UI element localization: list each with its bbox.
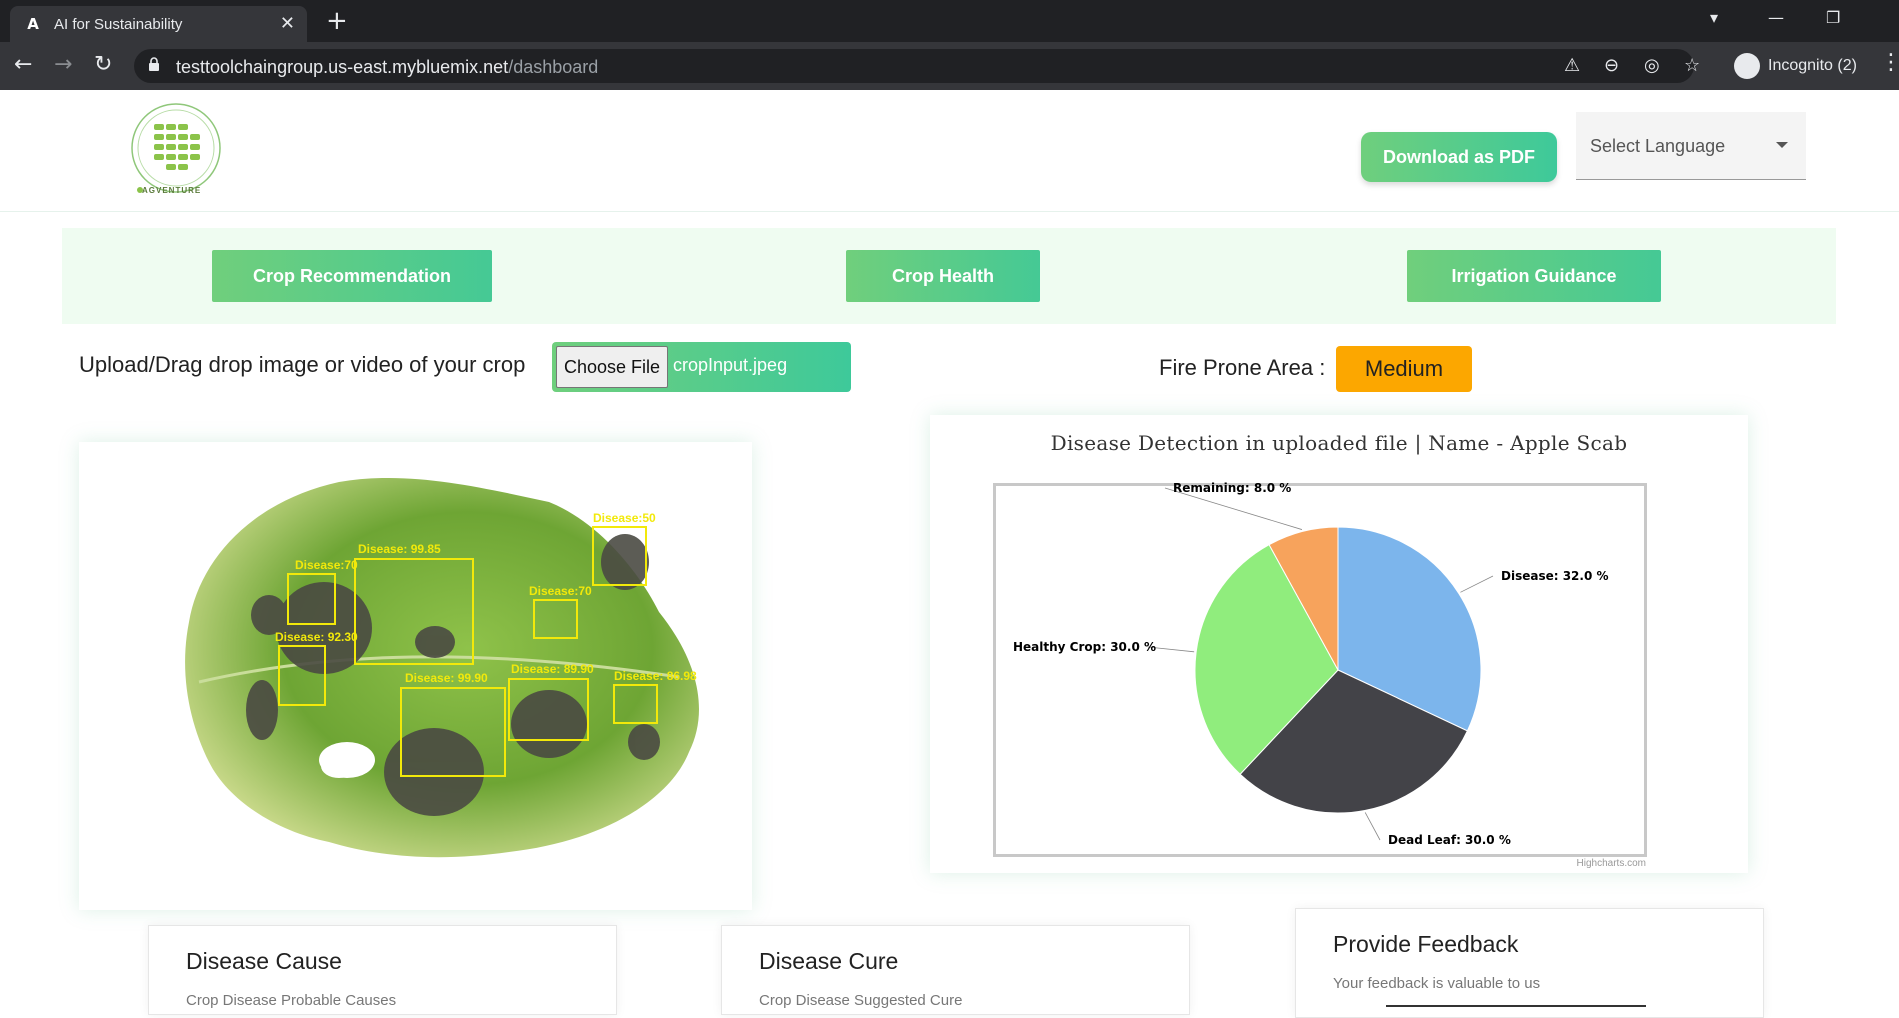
lock-icon (149, 57, 159, 71)
back-icon[interactable]: ← (14, 52, 32, 77)
tracking-eye-icon[interactable]: ◎ (1644, 55, 1660, 76)
minimize-icon[interactable]: — (1768, 8, 1784, 27)
chevron-down-icon (1776, 142, 1788, 148)
feedback-title: Provide Feedback (1333, 931, 1519, 957)
crop-recommendation-button[interactable]: Crop Recommendation (212, 250, 492, 302)
pie-slice-label: Healthy Crop: 30.0 % (1013, 640, 1156, 654)
pie-slice-label: Remaining: 8.0 % (1173, 481, 1291, 495)
chart-credit[interactable]: Highcharts.com (1577, 858, 1646, 869)
close-tab-icon[interactable]: ✕ (280, 13, 295, 34)
address-bar[interactable]: testtoolchaingroup.us-east.mybluemix.net… (134, 49, 1700, 83)
detection-label: Disease:50 (593, 511, 656, 525)
file-name: cropInput.jpeg (673, 355, 788, 375)
disease-cause-card: Disease Cause Crop Disease Probable Caus… (148, 925, 617, 1015)
detection-label: Disease: 89.90 (511, 662, 594, 676)
browser-tab-bar: A AI for Sustainability ✕ + ▾ — ❐ (0, 0, 1899, 42)
detection-label: Disease: 86.98 (614, 669, 697, 683)
disease-pie-chart: Disease: 32.0 % Dead Leaf: 30.0 % Healthy … (1013, 481, 1609, 847)
incognito-icon (1734, 53, 1760, 79)
crop-health-button[interactable]: Crop Health (846, 250, 1040, 302)
url-text: testtoolchaingroup.us-east.mybluemix.net… (176, 57, 598, 78)
detection-label: Disease: 92.30 (275, 630, 358, 644)
disease-cure-title: Disease Cure (759, 948, 899, 974)
new-tab-icon[interactable]: + (326, 6, 348, 36)
blocked-popup-icon[interactable]: ⚠ (1564, 55, 1580, 76)
zoom-icon[interactable]: ⊖ (1604, 55, 1619, 76)
file-input[interactable]: Choose File cropInput.jpeg (552, 342, 851, 392)
page: AGVENTURE Download as PDF Select Languag… (0, 90, 1899, 1018)
pie-connector (1460, 575, 1494, 593)
more-menu-icon[interactable]: ⋮ (1880, 50, 1899, 75)
disease-chart-card: Disease Detection in uploaded file | Nam… (930, 415, 1748, 873)
restore-icon[interactable]: ❐ (1826, 8, 1840, 27)
browser-toolbar: ← → ↻ testtoolchaingroup.us-east.mybluem… (0, 42, 1899, 90)
reload-icon[interactable]: ↻ (94, 52, 112, 77)
incognito-indicator[interactable]: Incognito (2) (1734, 51, 1857, 81)
url-host: testtoolchaingroup.us-east.mybluemix.net (176, 57, 509, 77)
fire-prone-label: Fire Prone Area : (1159, 355, 1326, 380)
logo-text: AGVENTURE (142, 186, 202, 195)
disease-cure-subtitle: Crop Disease Suggested Cure (759, 992, 963, 1009)
disease-cure-card: Disease Cure Crop Disease Suggested Cure (721, 925, 1190, 1015)
irrigation-guidance-button[interactable]: Irrigation Guidance (1407, 250, 1661, 302)
disease-cause-title: Disease Cause (186, 948, 342, 974)
uploaded-image-card: Disease:50 Disease: 99.85 Disease:70 Diseas… (79, 442, 752, 910)
download-pdf-button[interactable]: Download as PDF (1361, 132, 1557, 182)
pie-slice-label: Dead Leaf: 30.0 % (1388, 833, 1511, 847)
pie-connector (1364, 812, 1381, 841)
app-header: AGVENTURE Download as PDF Select Languag… (0, 90, 1899, 212)
detection-label: Disease: 99.90 (405, 671, 488, 685)
detection-label: Disease: 99.85 (358, 542, 441, 556)
upload-label: Upload/Drag drop image or video of your … (79, 352, 526, 377)
feedback-input[interactable] (1386, 1005, 1646, 1007)
detection-label: Disease:70 (295, 558, 358, 572)
feature-nav: Crop Recommendation Crop Health Irrigati… (62, 228, 1836, 324)
tab-search-icon[interactable]: ▾ (1710, 8, 1718, 27)
tab-title: AI for Sustainability (54, 16, 183, 33)
language-select-label: Select Language (1590, 136, 1726, 156)
incognito-label: Incognito (2) (1768, 57, 1857, 74)
language-select[interactable]: Select Language (1576, 112, 1806, 180)
forward-icon[interactable]: → (54, 52, 72, 77)
choose-file-button[interactable]: Choose File (556, 346, 668, 388)
bookmark-star-icon[interactable]: ☆ (1684, 55, 1700, 76)
url-path: /dashboard (508, 57, 599, 77)
feedback-subtitle: Your feedback is valuable to us (1333, 975, 1541, 992)
feedback-card: Provide Feedback Your feedback is valuab… (1295, 908, 1764, 1018)
fire-prone-badge: Medium (1336, 346, 1472, 392)
tab-favicon-icon: A (27, 15, 39, 33)
leaf-image: Disease:50Disease: 99.85Disease:70Diseas… (185, 477, 699, 858)
disease-cause-subtitle: Crop Disease Probable Causes (186, 992, 397, 1009)
browser-tab[interactable]: A AI for Sustainability ✕ (10, 6, 307, 42)
pie-slice-label: Disease: 32.0 % (1501, 569, 1609, 583)
detection-label: Disease:70 (529, 584, 592, 598)
